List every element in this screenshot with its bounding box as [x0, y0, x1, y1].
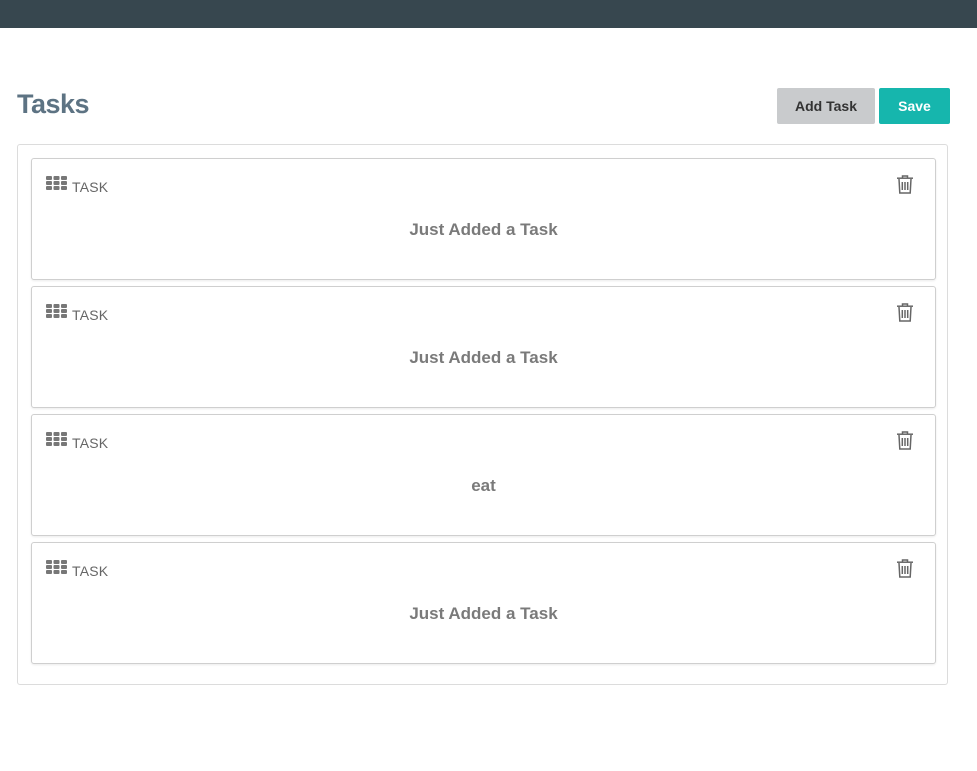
task-card[interactable]: TASK Just Added a Task [31, 158, 936, 280]
trash-icon[interactable] [896, 559, 914, 578]
task-card[interactable]: TASK Just Added a Task [31, 286, 936, 408]
trash-icon[interactable] [896, 175, 914, 194]
task-type-label: TASK [72, 179, 109, 195]
grip-icon[interactable] [46, 176, 68, 190]
trash-icon[interactable] [896, 431, 914, 450]
task-text[interactable]: Just Added a Task [32, 220, 935, 240]
grip-icon[interactable] [46, 432, 68, 446]
page-title: Tasks [17, 89, 90, 119]
task-text[interactable]: Just Added a Task [32, 604, 935, 624]
task-type-label: TASK [72, 563, 109, 579]
top-nav-bar [0, 0, 977, 28]
task-text[interactable]: eat [32, 476, 935, 496]
save-button[interactable]: Save [879, 88, 950, 124]
task-text[interactable]: Just Added a Task [32, 348, 935, 368]
task-type-label: TASK [72, 435, 109, 451]
grip-icon[interactable] [46, 304, 68, 318]
task-list-panel: TASK Just Added a Task TASK Just Added a… [17, 144, 948, 685]
task-card[interactable]: TASK eat [31, 414, 936, 536]
trash-icon[interactable] [896, 303, 914, 322]
task-type-label: TASK [72, 307, 109, 323]
task-card[interactable]: TASK Just Added a Task [31, 542, 936, 664]
add-task-button[interactable]: Add Task [777, 88, 875, 124]
grip-icon[interactable] [46, 560, 68, 574]
